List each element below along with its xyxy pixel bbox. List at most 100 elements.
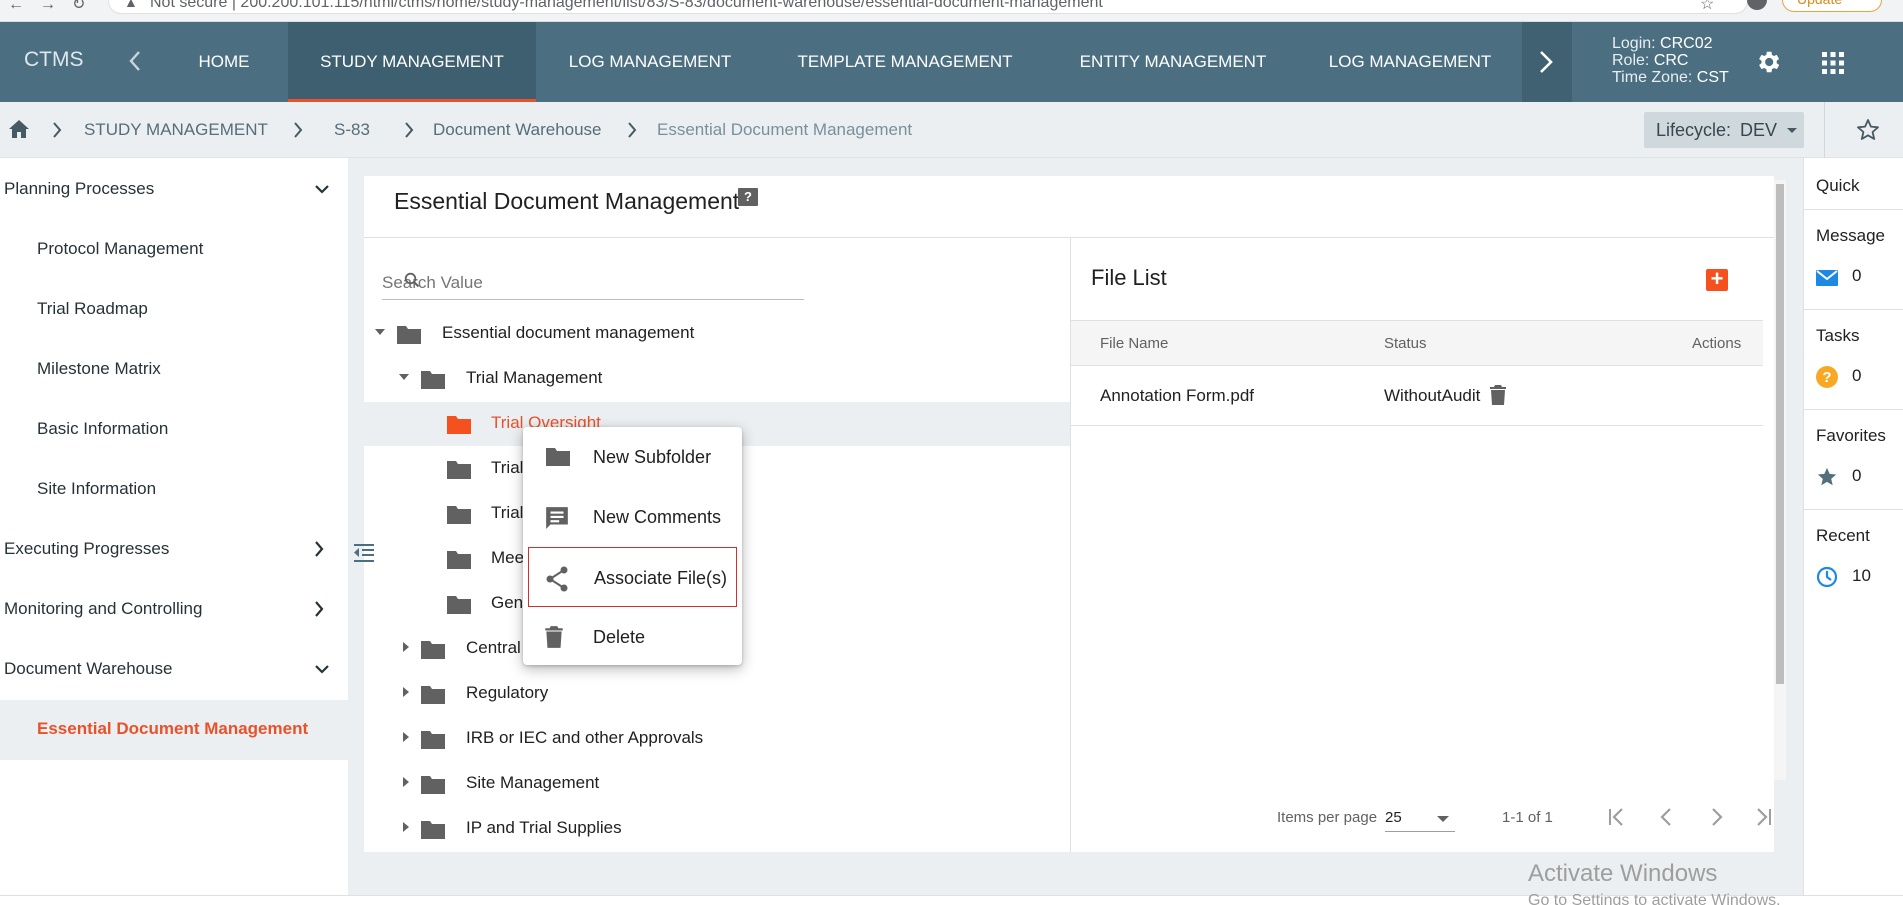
quick-favorites[interactable]: Favorites 0 xyxy=(1804,410,1903,510)
menu-item-new-comments[interactable]: New Comments xyxy=(528,487,737,547)
apps-grid-icon[interactable] xyxy=(1822,52,1844,74)
sidebar-item-basic-information[interactable]: Basic Information xyxy=(37,419,168,439)
sidebar-item-essential-document-management[interactable]: Essential Document Management xyxy=(37,719,308,739)
caret-right-icon[interactable] xyxy=(402,641,410,653)
chevron-down-icon[interactable] xyxy=(314,664,330,674)
page-range-label: 1-1 of 1 xyxy=(1502,809,1553,826)
tree-node-site-management[interactable]: Site Management xyxy=(364,762,1070,806)
folder-icon xyxy=(447,416,471,434)
first-page-icon[interactable] xyxy=(1606,806,1628,828)
divider xyxy=(1824,102,1825,158)
sidebar-item-trial-roadmap[interactable]: Trial Roadmap xyxy=(37,299,148,319)
activation-watermark-subtitle: Go to Settings to activate Windows. xyxy=(1528,892,1781,905)
breadcrumb-study[interactable]: S-83 xyxy=(334,120,370,140)
gear-icon[interactable] xyxy=(1754,48,1782,76)
tree-node-root[interactable]: Essential document management xyxy=(364,312,1070,356)
address-text[interactable]: Not secure | 200.200.101.115/html/ctms/h… xyxy=(150,0,1103,12)
nav-template-management[interactable]: TEMPLATE MANAGEMENT xyxy=(776,22,1034,102)
chevron-down-icon[interactable] xyxy=(314,184,330,194)
help-icon[interactable]: ? xyxy=(738,188,758,206)
lifecycle-select[interactable]: Lifecycle: DEV xyxy=(1644,112,1804,148)
trash-icon xyxy=(545,626,563,648)
next-page-icon[interactable] xyxy=(1705,806,1727,828)
sidebar-item-protocol-management[interactable]: Protocol Management xyxy=(37,239,203,259)
table-row[interactable]: Annotation Form.pdf WithoutAudit xyxy=(1071,366,1763,426)
breadcrumb-study-management[interactable]: STUDY MANAGEMENT xyxy=(84,120,268,140)
nav-entity-management[interactable]: ENTITY MANAGEMENT xyxy=(1062,22,1284,102)
tree-node-regulatory[interactable]: Regulatory xyxy=(364,672,1070,716)
add-file-button[interactable]: + xyxy=(1706,268,1728,291)
last-page-icon[interactable] xyxy=(1752,806,1774,828)
sidebar-group-planning-processes[interactable]: Planning Processes xyxy=(4,179,154,199)
nav-log-management-2[interactable]: LOG MANAGEMENT xyxy=(1312,22,1508,102)
user-info: Login: CRC02 Role: CRC Time Zone: CST xyxy=(1612,35,1729,86)
quick-message[interactable]: Message 0 xyxy=(1804,210,1903,310)
chevron-right-icon xyxy=(628,122,637,138)
browser-update-button[interactable]: Update xyxy=(1782,0,1882,12)
caret-right-icon[interactable] xyxy=(402,686,410,698)
file-name-cell[interactable]: Annotation Form.pdf xyxy=(1100,386,1254,406)
nav-scroll-right-button[interactable] xyxy=(1522,22,1572,102)
quick-recent[interactable]: Recent 10 xyxy=(1804,510,1903,610)
back-icon[interactable]: ← xyxy=(8,0,24,13)
folder-icon xyxy=(421,776,445,794)
column-actions: Actions xyxy=(1692,335,1742,352)
file-table-header: File Name Status Actions xyxy=(1071,320,1763,366)
search-input[interactable] xyxy=(382,270,762,296)
items-per-page-select[interactable]: 25 xyxy=(1385,804,1455,832)
tree-node-irb-iec[interactable]: IRB or IEC and other Approvals xyxy=(364,717,1070,761)
caret-down-icon[interactable] xyxy=(374,328,386,336)
forward-icon[interactable]: → xyxy=(40,0,56,13)
sidebar-group-document-warehouse[interactable]: Document Warehouse xyxy=(4,659,173,679)
share-icon xyxy=(546,566,568,592)
search-icon[interactable] xyxy=(404,272,420,288)
nav-scroll-left-icon[interactable] xyxy=(128,50,142,72)
breadcrumb-document-warehouse[interactable]: Document Warehouse xyxy=(433,120,602,140)
home-icon[interactable] xyxy=(8,119,30,139)
browser-toolbar: ← → ↻ ▲ Not secure | 200.200.101.115/htm… xyxy=(0,0,1903,22)
tree-label: Gen xyxy=(491,593,524,612)
brand-logo[interactable]: CTMS xyxy=(24,48,84,72)
chevron-right-icon[interactable] xyxy=(314,541,324,557)
nav-study-management[interactable]: STUDY MANAGEMENT xyxy=(288,22,536,102)
chevron-right-icon xyxy=(405,122,414,138)
role-label: Role: xyxy=(1612,52,1650,69)
mail-icon xyxy=(1816,270,1838,286)
menu-item-associate-files[interactable]: Associate File(s) xyxy=(528,547,737,607)
comment-icon xyxy=(546,507,568,529)
caret-right-icon[interactable] xyxy=(402,821,410,833)
caret-down-icon[interactable] xyxy=(398,373,410,381)
quick-favorites-count: 0 xyxy=(1852,466,1862,485)
caret-right-icon[interactable] xyxy=(402,731,410,743)
quick-favorites-label: Favorites xyxy=(1816,426,1886,445)
nav-log-management[interactable]: LOG MANAGEMENT xyxy=(552,22,748,102)
search-field xyxy=(382,266,804,300)
favorite-star-icon[interactable] xyxy=(1856,118,1880,142)
divider xyxy=(364,237,1774,238)
folder-icon xyxy=(421,731,445,749)
scrollbar-thumb[interactable] xyxy=(1776,184,1784,684)
quick-tasks-label: Tasks xyxy=(1816,326,1860,345)
menu-item-new-subfolder[interactable]: New Subfolder xyxy=(528,427,737,487)
bookmark-star-icon[interactable]: ☆ xyxy=(1700,0,1714,14)
nav-home[interactable]: HOME xyxy=(178,22,270,102)
tree-node-trial-management[interactable]: Trial Management xyxy=(364,357,1070,401)
reload-icon[interactable]: ↻ xyxy=(72,0,85,13)
column-file-name[interactable]: File Name xyxy=(1100,335,1168,352)
sidebar-item-site-information[interactable]: Site Information xyxy=(37,479,156,499)
menu-item-delete[interactable]: Delete xyxy=(528,607,737,667)
collapse-sidebar-icon[interactable] xyxy=(352,542,376,564)
sidebar-group-executing-progresses[interactable]: Executing Progresses xyxy=(4,539,169,559)
trash-icon[interactable] xyxy=(1489,384,1507,406)
quick-tasks-count: 0 xyxy=(1852,366,1862,385)
sidebar-item-milestone-matrix[interactable]: Milestone Matrix xyxy=(37,359,161,379)
tree-node-ip-trial-supplies[interactable]: IP and Trial Supplies xyxy=(364,807,1070,851)
column-status[interactable]: Status xyxy=(1384,335,1427,352)
caret-right-icon[interactable] xyxy=(402,776,410,788)
quick-tasks[interactable]: Tasks ? 0 xyxy=(1804,310,1903,410)
chevron-right-icon[interactable] xyxy=(314,601,324,617)
previous-page-icon[interactable] xyxy=(1656,806,1678,828)
profile-avatar[interactable] xyxy=(1747,0,1767,10)
folder-icon xyxy=(397,326,421,344)
sidebar-group-monitoring-and-controlling[interactable]: Monitoring and Controlling xyxy=(4,599,202,619)
